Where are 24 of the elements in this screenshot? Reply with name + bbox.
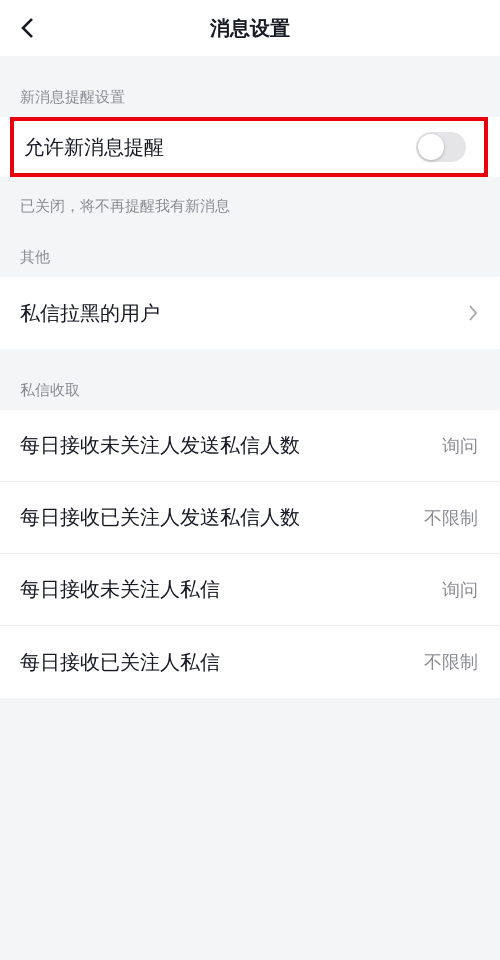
section-label: 其他: [19, 247, 51, 268]
setting-label: 允许新消息提醒: [24, 134, 165, 160]
setting-label: 私信拉黑的用户: [20, 300, 161, 326]
section-label: 新消息提醒设置: [19, 87, 126, 108]
setting-label: 每日接收未关注人发送私信人数: [20, 432, 301, 459]
setting-label: 每日接收未关注人私信: [20, 576, 221, 603]
page-title: 消息设置: [210, 14, 290, 42]
setting-value: 不限制: [424, 651, 478, 674]
setting-row[interactable]: 私信拉黑的用户: [0, 277, 500, 349]
setting-value: 询问: [442, 578, 478, 602]
chevron-right-icon: [468, 305, 478, 321]
setting-row[interactable]: 每日接收已关注人发送私信人数 不限制: [0, 482, 500, 554]
setting-row[interactable]: 每日接收未关注人发送私信人数 询问: [0, 410, 500, 482]
setting-value: 不限制: [424, 506, 478, 530]
hint-text: 已关闭，将不再提醒我有新消息: [19, 196, 231, 216]
setting-value: 询问: [442, 434, 478, 458]
setting-label: 每日接收已关注人私信: [20, 648, 221, 676]
back-icon[interactable]: [20, 17, 34, 39]
setting-row[interactable]: 每日接收已关注人私信 不限制: [0, 626, 500, 698]
toggle-switch[interactable]: [416, 132, 466, 162]
setting-label: 每日接收已关注人发送私信人数: [20, 504, 301, 531]
setting-row[interactable]: 每日接收未关注人私信 询问: [0, 554, 500, 626]
highlighted-setting-row[interactable]: 允许新消息提醒: [10, 117, 488, 177]
section-label: 私信收取: [19, 380, 81, 401]
